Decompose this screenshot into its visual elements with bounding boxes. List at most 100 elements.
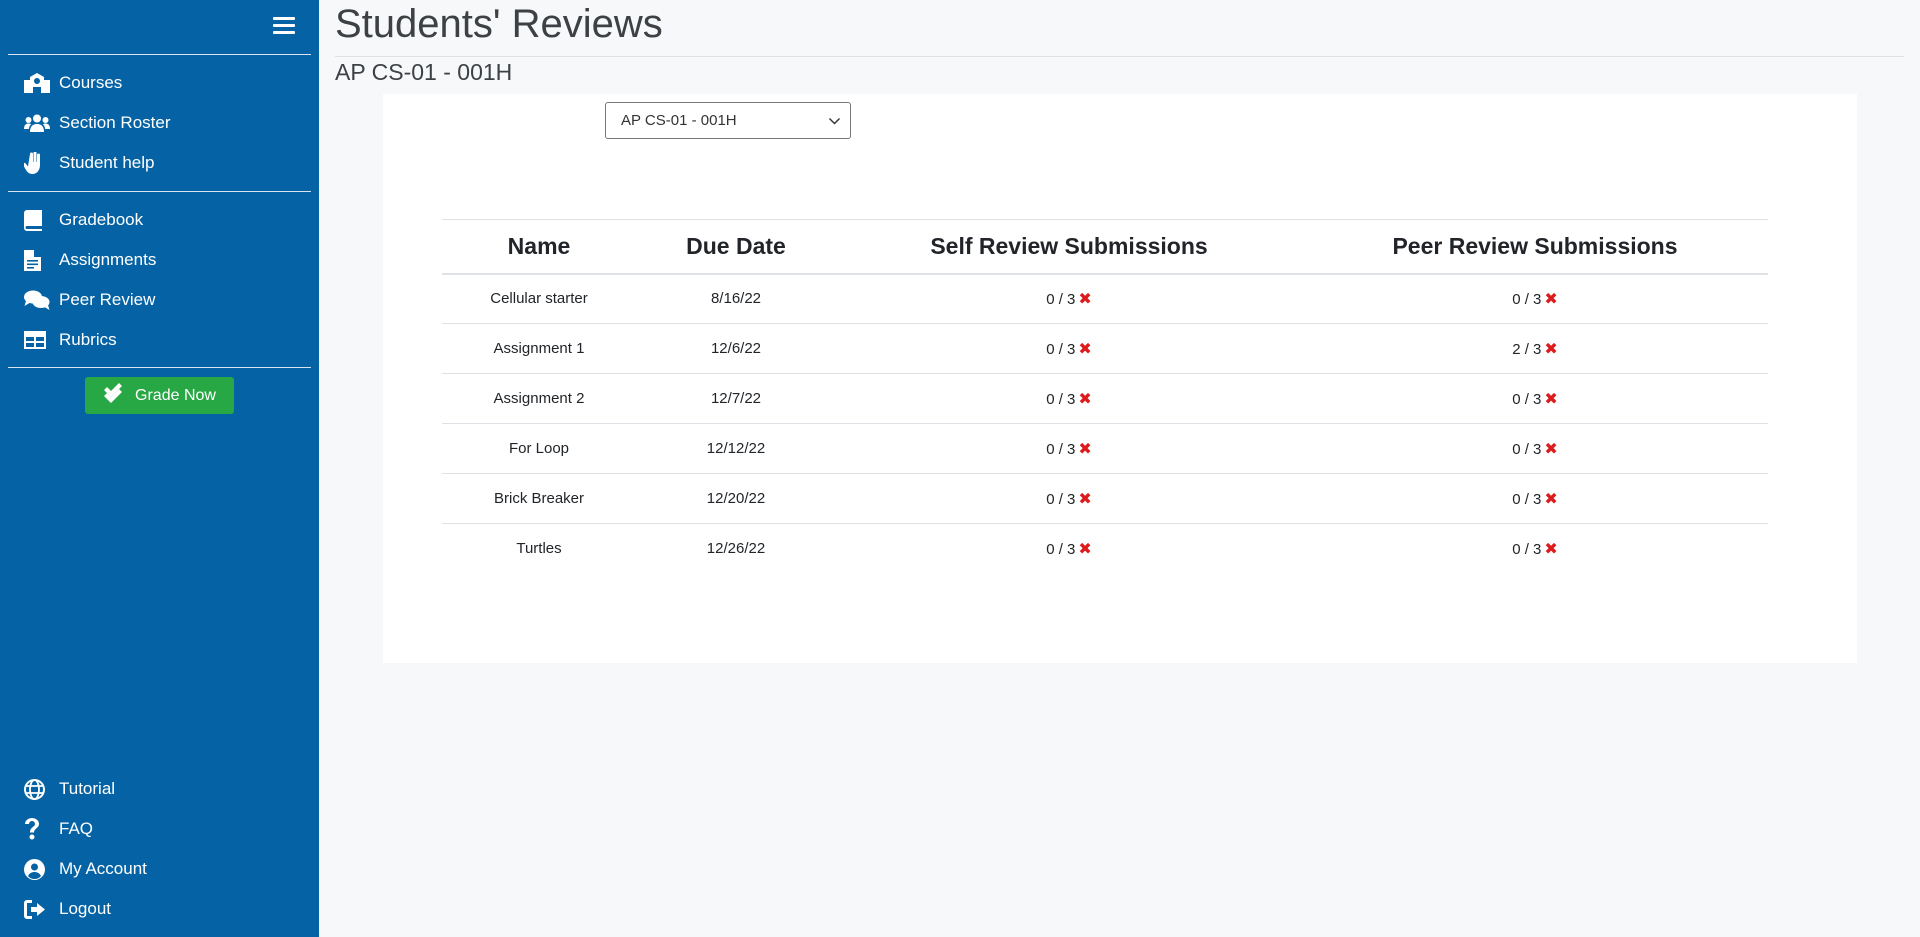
sidebar-item-assignments[interactable]: Assignments bbox=[24, 245, 156, 275]
sidebar-item-label: Student help bbox=[59, 153, 155, 172]
question-icon bbox=[24, 817, 50, 841]
column-header-self-review: Self Review Submissions bbox=[836, 219, 1302, 275]
sidebar-item-label: Gradebook bbox=[59, 210, 144, 229]
due-date: 12/26/22 bbox=[706, 540, 766, 558]
sidebar-item-tutorial[interactable]: Tutorial bbox=[24, 774, 115, 804]
table-row: Assignment 1 12/6/22 0 / 3 ✖ 2 / 3 ✖ bbox=[442, 323, 1768, 374]
x-mark-icon: ✖ bbox=[1078, 340, 1092, 358]
x-mark-icon: ✖ bbox=[1078, 490, 1092, 508]
sidebar-item-label: Logout bbox=[59, 899, 111, 918]
self-review-count: 0 / 3 bbox=[1046, 490, 1076, 508]
grade-now-button[interactable]: Grade Now bbox=[85, 377, 234, 414]
book-icon bbox=[24, 208, 50, 232]
x-mark-icon: ✖ bbox=[1544, 390, 1558, 408]
section-select-value: AP CS-01 - 001H bbox=[621, 112, 737, 129]
sidebar-item-label: FAQ bbox=[59, 819, 94, 838]
sidebar: Courses Section Roster Student help Grad… bbox=[0, 0, 319, 937]
column-header-peer-review: Peer Review Submissions bbox=[1302, 219, 1768, 275]
self-review-count: 0 / 3 bbox=[1046, 290, 1076, 308]
section-select[interactable]: AP CS-01 - 001H bbox=[605, 102, 851, 139]
due-date: 12/7/22 bbox=[636, 373, 836, 424]
sidebar-item-my-account[interactable]: My Account bbox=[24, 854, 147, 884]
column-header-name: Name bbox=[442, 219, 636, 275]
grade-now-label: Grade Now bbox=[135, 386, 216, 404]
x-mark-icon: ✖ bbox=[1544, 340, 1558, 358]
reviews-table: Name Due Date Self Review Submissions Pe… bbox=[442, 219, 1768, 574]
peer-review-count: 0 / 3 bbox=[1512, 440, 1542, 458]
x-mark-icon: ✖ bbox=[1544, 540, 1558, 558]
sidebar-item-student-help[interactable]: Student help bbox=[24, 148, 154, 178]
table-row: Brick Breaker 12/20/22 0 / 3 ✖ 0 / 3 ✖ bbox=[442, 473, 1768, 524]
users-icon bbox=[24, 111, 50, 135]
user-circle-icon bbox=[24, 857, 50, 881]
raised-hand-icon bbox=[24, 151, 50, 175]
peer-review-count: 0 / 3 bbox=[1512, 490, 1542, 508]
x-mark-icon: ✖ bbox=[1544, 440, 1558, 458]
peer-review-cell: 0 / 3 ✖ bbox=[1302, 273, 1768, 324]
sidebar-divider bbox=[8, 54, 311, 55]
sidebar-item-label: My Account bbox=[59, 859, 147, 878]
sidebar-item-gradebook[interactable]: Gradebook bbox=[24, 205, 143, 235]
sidebar-item-rubrics[interactable]: Rubrics bbox=[24, 325, 117, 355]
sidebar-item-logout[interactable]: Logout bbox=[24, 894, 111, 924]
table-row: For Loop 12/12/22 0 / 3 ✖ 0 / 3 ✖ bbox=[442, 423, 1768, 474]
self-review-cell: 0 / 3 ✖ bbox=[836, 273, 1302, 324]
section-subtitle: AP CS-01 - 001H bbox=[335, 59, 513, 85]
peer-review-cell: 0 / 3 ✖ bbox=[1302, 524, 1768, 574]
self-review-cell: 0 / 3 ✖ bbox=[836, 473, 1302, 524]
self-review-count: 0 / 3 bbox=[1046, 390, 1076, 408]
self-review-count: 0 / 3 bbox=[1046, 340, 1076, 358]
sidebar-item-label: Rubrics bbox=[59, 330, 117, 349]
table-header-row: Name Due Date Self Review Submissions Pe… bbox=[442, 219, 1768, 275]
x-mark-icon: ✖ bbox=[1544, 290, 1558, 308]
table-row: Turtles 12/26/22 0 / 3 ✖ 0 / 3 ✖ bbox=[442, 524, 1768, 574]
reviews-card: AP CS-01 - 001H Name Due Date Self Revie… bbox=[383, 94, 1857, 663]
self-review-cell: 0 / 3 ✖ bbox=[836, 423, 1302, 474]
self-review-count: 0 / 3 bbox=[1046, 440, 1076, 458]
peer-review-count: 2 / 3 bbox=[1512, 340, 1542, 358]
peer-review-count: 0 / 3 bbox=[1512, 390, 1542, 408]
sidebar-item-label: Courses bbox=[59, 73, 123, 92]
peer-review-cell: 0 / 3 ✖ bbox=[1302, 423, 1768, 474]
sidebar-item-label: Tutorial bbox=[59, 779, 116, 798]
table-row: Assignment 2 12/7/22 0 / 3 ✖ 0 / 3 ✖ bbox=[442, 373, 1768, 424]
x-mark-icon: ✖ bbox=[1078, 540, 1092, 558]
sidebar-item-peer-review[interactable]: Peer Review bbox=[24, 285, 155, 315]
page-title: Students' Reviews bbox=[335, 2, 663, 46]
comments-icon bbox=[24, 288, 50, 312]
x-mark-icon: ✖ bbox=[1078, 290, 1092, 308]
assignment-name: Cellular starter bbox=[442, 273, 636, 324]
sidebar-item-faq[interactable]: FAQ bbox=[24, 814, 93, 844]
peer-review-cell: 0 / 3 ✖ bbox=[1302, 473, 1768, 524]
peer-review-count: 0 / 3 bbox=[1512, 290, 1542, 308]
x-mark-icon: ✖ bbox=[1078, 390, 1092, 408]
self-review-cell: 0 / 3 ✖ bbox=[836, 323, 1302, 374]
sidebar-item-section-roster[interactable]: Section Roster bbox=[24, 108, 171, 138]
hamburger-menu-icon[interactable] bbox=[273, 17, 295, 35]
double-check-icon bbox=[103, 383, 135, 408]
assignment-name: Assignment 2 bbox=[442, 373, 636, 424]
globe-icon bbox=[24, 777, 50, 801]
x-mark-icon: ✖ bbox=[1544, 490, 1558, 508]
assignment-name: Assignment 1 bbox=[442, 323, 636, 374]
peer-review-count: 0 / 3 bbox=[1512, 540, 1542, 558]
self-review-cell: 0 / 3 ✖ bbox=[836, 373, 1302, 424]
self-review-count: 0 / 3 bbox=[1046, 540, 1076, 558]
table-icon bbox=[24, 328, 50, 352]
table-row: Cellular starter 8/16/22 0 / 3 ✖ 0 / 3 ✖ bbox=[442, 273, 1768, 324]
due-date: 12/6/22 bbox=[636, 323, 836, 374]
sign-out-icon bbox=[24, 897, 50, 921]
due-date: 12/20/22 bbox=[636, 473, 836, 524]
sidebar-item-courses[interactable]: Courses bbox=[24, 68, 122, 98]
title-divider bbox=[335, 56, 1904, 57]
x-mark-icon: ✖ bbox=[1078, 440, 1092, 458]
peer-review-cell: 2 / 3 ✖ bbox=[1302, 323, 1768, 374]
due-date: 12/12/22 bbox=[636, 423, 836, 474]
sidebar-item-label: Section Roster bbox=[59, 113, 171, 132]
sidebar-item-label: Assignments bbox=[59, 250, 157, 269]
school-icon bbox=[24, 71, 50, 95]
column-header-due-date: Due Date bbox=[636, 219, 836, 275]
chevron-down-icon bbox=[829, 112, 840, 129]
peer-review-cell: 0 / 3 ✖ bbox=[1302, 373, 1768, 424]
due-date: 8/16/22 bbox=[636, 273, 836, 324]
